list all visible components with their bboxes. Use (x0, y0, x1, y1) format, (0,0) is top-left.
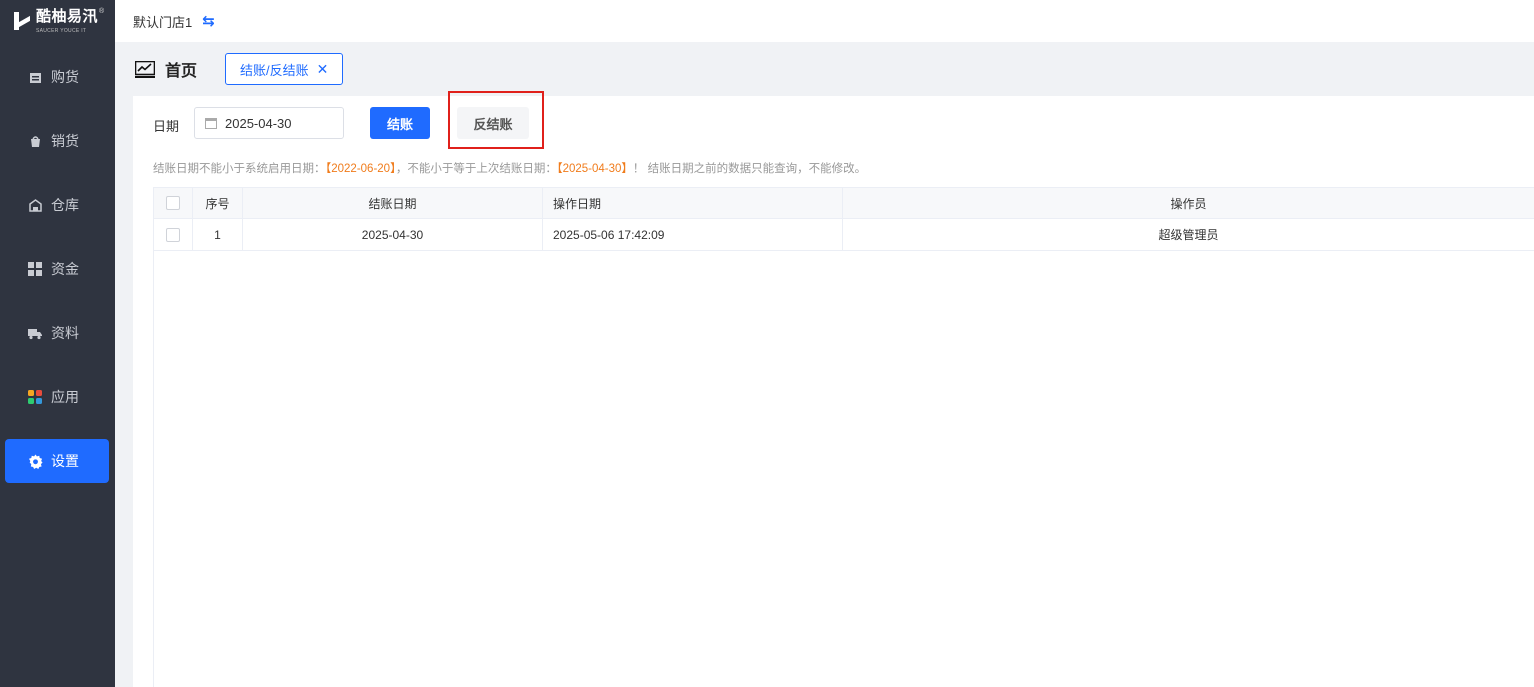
sidebar-item-label: 仓库 (51, 197, 79, 213)
apps-icon (27, 389, 43, 405)
close-icon[interactable]: ✕ (317, 61, 329, 78)
cell-no: 1 (193, 219, 243, 250)
truck-icon (27, 325, 43, 341)
brand-name: 酷柚易汛 (36, 8, 99, 25)
date-value: 2025-04-30 (225, 115, 292, 131)
main-content: 日期 2025-04-30 结账 反结账 结账日期不能小于系统启用日期：【202… (133, 91, 1534, 687)
sidebar-item-fund[interactable]: 资金 (5, 247, 109, 291)
row-check-cell (154, 219, 193, 250)
cell-op-date: 2025-05-06 17:42:09 (543, 219, 843, 250)
tab-home-label: 首页 (165, 63, 198, 80)
tab-settle[interactable]: 结账/反结账 ✕ (225, 53, 344, 85)
sidebar-item-purchase[interactable]: 购货 (5, 55, 109, 99)
line-chart-icon (135, 60, 155, 78)
sidebar-item-settings[interactable]: 设置 (5, 439, 109, 483)
unsettle-button[interactable]: 反结账 (457, 107, 529, 139)
warehouse-icon (27, 197, 43, 213)
calendar-icon (205, 117, 217, 129)
col-operator: 操作员 (1170, 196, 1207, 211)
sidebar-item-label: 应用 (51, 389, 79, 405)
notice-part: ，不能小于等于上次结账日期： (395, 163, 557, 175)
sidebar-item-label: 购货 (51, 69, 79, 85)
col-op-date: 操作日期 (543, 188, 843, 218)
sidebar-item-label: 资料 (51, 325, 79, 341)
date-label: 日期 (153, 119, 180, 134)
cell-settle-date: 2025-04-30 (243, 219, 543, 250)
logo-mark-icon (12, 10, 32, 32)
tab-settle-label: 结账/反结账 (240, 62, 309, 78)
col-settle-date: 结账日期 (243, 188, 543, 218)
brand-sub: SAUCER YOUCE IT (36, 28, 87, 34)
row-checkbox[interactable] (166, 227, 180, 242)
store-name[interactable]: 默认门店1 (133, 12, 192, 31)
notice-start-date: 【2022-06-20】 (325, 163, 396, 175)
top-bar: 默认门店1 ⇆ (115, 0, 1534, 42)
swap-arrows-icon[interactable]: ⇆ (202, 12, 215, 30)
gear-icon (27, 453, 43, 469)
sidebar-item-warehouse[interactable]: 仓库 (5, 183, 109, 227)
sidebar-item-label: 设置 (51, 453, 79, 469)
table-header: 序号 结账日期 操作日期 操作员 (154, 187, 1534, 219)
sidebar-item-data[interactable]: 资料 (5, 311, 109, 355)
purchase-icon (27, 69, 43, 85)
tab-home[interactable]: 首页 (135, 57, 197, 81)
sales-icon (27, 133, 43, 149)
notice-text: 结账日期不能小于系统启用日期：【2022-06-20】，不能小于等于上次结账日期… (153, 160, 866, 176)
date-picker[interactable]: 2025-04-30 (194, 107, 344, 139)
cell-operator: 超级管理员 (1158, 228, 1219, 242)
tab-bar: 首页 结账/反结账 ✕ (115, 42, 1534, 96)
settle-table: 序号 结账日期 操作日期 操作员 1 2025-04-30 2025-05-06… (153, 187, 1534, 687)
table-row[interactable]: 1 2025-04-30 2025-05-06 17:42:09 超级管理员 (154, 219, 1534, 251)
settle-button[interactable]: 结账 (370, 107, 430, 139)
fund-grid-icon (27, 261, 43, 277)
col-no: 序号 (193, 188, 243, 218)
notice-part: 结账日期不能小于系统启用日期： (153, 163, 326, 175)
brand-reg: ® (99, 8, 105, 15)
brand-logo[interactable]: 酷柚易汛® SAUCER YOUCE IT (0, 0, 115, 42)
select-all-checkbox[interactable] (166, 196, 180, 210)
sidebar-item-label: 销货 (51, 133, 79, 149)
select-all-cell (154, 188, 193, 218)
notice-part: ！ 结账日期之前的数据只能查询，不能修改。 (632, 163, 867, 175)
sidebar-item-apps[interactable]: 应用 (5, 375, 109, 419)
sidebar: 酷柚易汛® SAUCER YOUCE IT 购货 销货 仓库 资金 资料 应用 … (0, 0, 115, 687)
notice-last-date: 【2025-04-30】 (556, 163, 633, 175)
sidebar-item-label: 资金 (51, 261, 79, 277)
sidebar-item-sales[interactable]: 销货 (5, 119, 109, 163)
